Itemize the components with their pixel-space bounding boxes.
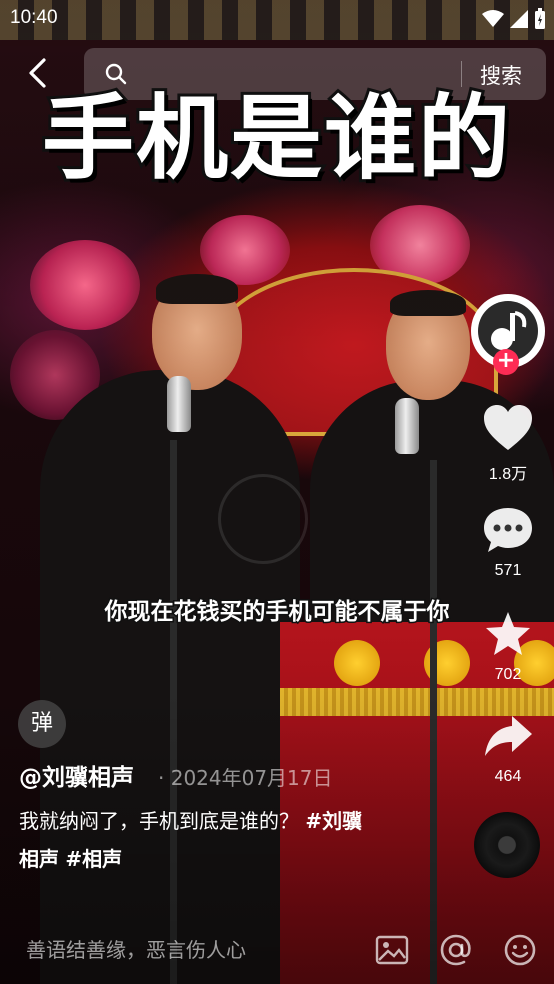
emoji-icon[interactable] — [502, 932, 538, 968]
comment-input[interactable]: 善语结善缘，恶言伤人心 — [26, 934, 246, 963]
play-ring — [218, 474, 308, 564]
like-button[interactable]: 1.8万 — [473, 404, 543, 484]
music-disc-icon[interactable] — [474, 812, 540, 878]
danmaku-toggle[interactable]: 弹 — [18, 700, 66, 748]
favorite-button[interactable]: 702 — [473, 610, 543, 684]
favorite-count: 702 — [494, 666, 522, 683]
share-icon — [485, 716, 532, 756]
video-description: 我就纳闷了，手机到底是谁的？ #刘骥相声 #相声 — [19, 802, 419, 878]
star-icon — [486, 612, 530, 655]
follow-button[interactable]: + — [493, 349, 519, 375]
status-time: 10:40 — [10, 7, 58, 28]
wifi-icon — [482, 10, 504, 27]
post-date: · 2024年07月17日 — [158, 766, 333, 790]
hashtag-liuji-part2: 相声 — [19, 847, 59, 871]
share-count: 464 — [494, 768, 522, 785]
author-name[interactable]: @刘骥相声 — [19, 758, 134, 792]
hashtag-liuji-part1: #刘骥 — [305, 809, 363, 833]
video-subtitle: 你现在花钱买的手机可能不属于你 — [103, 598, 451, 627]
share-button[interactable]: 464 — [473, 712, 543, 786]
comment-icon — [484, 508, 532, 552]
heart-icon — [484, 405, 532, 450]
description-text: 我就纳闷了，手机到底是谁的？ — [19, 809, 299, 833]
comment-count: 571 — [494, 562, 522, 579]
search-icon — [105, 63, 127, 85]
video-headline: 手机是谁的 — [39, 82, 513, 195]
danmaku-label: 弹 — [30, 711, 53, 736]
comment-bar: 善语结善缘，恶言伤人心 — [0, 914, 554, 984]
status-bar: 10:40 — [0, 0, 554, 38]
status-icons — [482, 8, 546, 30]
signal-icon — [510, 10, 528, 28]
image-icon[interactable] — [374, 932, 410, 968]
plus-icon: + — [496, 348, 516, 373]
battery-icon — [535, 8, 545, 29]
comment-button[interactable]: 571 — [473, 506, 543, 580]
like-count: 1.8万 — [488, 466, 528, 483]
at-icon[interactable] — [438, 932, 474, 968]
hashtag-xiangsheng[interactable]: #相声 — [65, 847, 122, 871]
